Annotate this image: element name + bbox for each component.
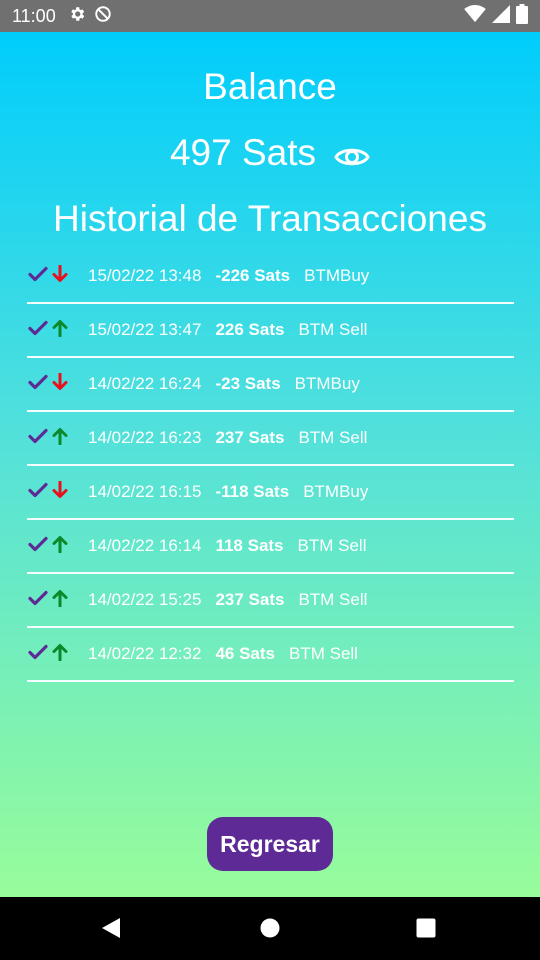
arrow-up-icon — [52, 319, 68, 342]
transaction-date: 14/02/22 16:15 — [88, 482, 202, 501]
status-bar: 11:00 — [0, 0, 540, 32]
checkmark-icon — [28, 320, 48, 341]
checkmark-icon — [28, 374, 48, 395]
balance-row: 497 Sats — [0, 132, 540, 174]
battery-icon — [516, 3, 528, 29]
transaction-amount: -118 Sats — [215, 482, 290, 501]
transaction-date: 15/02/22 13:48 — [88, 266, 202, 285]
transaction-status-icons — [27, 643, 88, 666]
transaction-row: 14/02/22 16:15 -118 Sats BTMBuy — [27, 466, 514, 520]
transaction-date: 15/02/22 13:47 — [88, 320, 202, 339]
arrow-up-icon — [52, 427, 68, 450]
signal-icon — [492, 4, 510, 28]
transaction-status-icons — [27, 372, 88, 396]
navigation-bar — [0, 897, 540, 960]
back-icon[interactable] — [102, 918, 122, 938]
transaction-status-icons — [27, 427, 88, 450]
transaction-amount: -23 Sats — [215, 374, 281, 393]
transaction-date: 14/02/22 16:24 — [88, 374, 202, 393]
transaction-type: BTMBuy — [294, 374, 360, 393]
checkmark-icon — [28, 428, 48, 449]
arrow-up-icon — [52, 535, 68, 558]
transaction-status-icons — [27, 480, 88, 504]
transaction-type: BTM Sell — [297, 536, 367, 555]
eye-icon[interactable] — [334, 144, 370, 170]
transaction-row: 14/02/22 16:23 237 Sats BTM Sell — [27, 412, 514, 466]
transaction-status-icons — [27, 319, 88, 342]
transaction-status-icons — [27, 264, 88, 288]
recents-icon[interactable] — [416, 918, 436, 938]
arrow-down-icon — [52, 264, 68, 288]
transaction-row: 14/02/22 16:24 -23 Sats BTMBuy — [27, 358, 514, 412]
checkmark-icon — [28, 536, 48, 557]
transaction-date: 14/02/22 16:23 — [88, 428, 202, 447]
wifi-icon — [464, 4, 486, 28]
transaction-type: BTM Sell — [298, 320, 368, 339]
transaction-amount: 226 Sats — [215, 320, 285, 339]
checkmark-icon — [28, 266, 48, 287]
transaction-date: 14/02/22 15:25 — [88, 590, 202, 609]
checkmark-icon — [28, 644, 48, 665]
transaction-amount: 46 Sats — [215, 644, 275, 663]
checkmark-icon — [28, 482, 48, 503]
transaction-status-icons — [27, 535, 88, 558]
status-time: 11:00 — [12, 5, 56, 26]
transaction-amount: 237 Sats — [215, 428, 285, 447]
arrow-up-icon — [52, 643, 68, 666]
transaction-type: BTMBuy — [303, 482, 369, 501]
transaction-date: 14/02/22 12:32 — [88, 644, 202, 663]
transaction-amount: 237 Sats — [215, 590, 285, 609]
transaction-row: 14/02/22 12:32 46 Sats BTM Sell — [27, 628, 514, 682]
balance-title: Balance — [203, 66, 337, 107]
do-not-disturb-icon — [94, 5, 112, 28]
home-icon[interactable] — [260, 918, 280, 938]
arrow-down-icon — [52, 372, 68, 396]
transaction-type: BTM Sell — [289, 644, 358, 663]
history-title: Historial de Transacciones — [53, 198, 487, 239]
arrow-down-icon — [52, 480, 68, 504]
arrow-up-icon — [52, 589, 68, 612]
transaction-list: 15/02/22 13:48 -226 Sats BTMBuy 15/02/22 13… — [27, 250, 514, 682]
transaction-amount: 118 Sats — [215, 536, 284, 555]
balance-amount: 497 Sats — [169, 132, 317, 173]
transaction-row: 15/02/22 13:48 -226 Sats BTMBuy — [27, 250, 514, 304]
transaction-date: 14/02/22 16:14 — [88, 536, 202, 555]
transaction-status-icons — [27, 589, 88, 612]
transaction-row: 14/02/22 16:14 118 Sats BTM Sell — [27, 520, 514, 574]
transaction-type: BTMBuy — [304, 266, 370, 285]
transaction-type: BTM Sell — [298, 428, 368, 447]
gear-icon — [68, 5, 86, 28]
transaction-row: 15/02/22 13:47 226 Sats BTM Sell — [27, 304, 514, 358]
app-screen: Balance 497 Sats Historial de Transaccio… — [0, 32, 540, 897]
transaction-amount: -226 Sats — [215, 266, 291, 285]
checkmark-icon — [28, 590, 48, 611]
back-button[interactable]: Regresar — [207, 817, 333, 871]
transaction-row: 14/02/22 15:25 237 Sats BTM Sell — [27, 574, 514, 628]
transaction-type: BTM Sell — [298, 590, 368, 609]
